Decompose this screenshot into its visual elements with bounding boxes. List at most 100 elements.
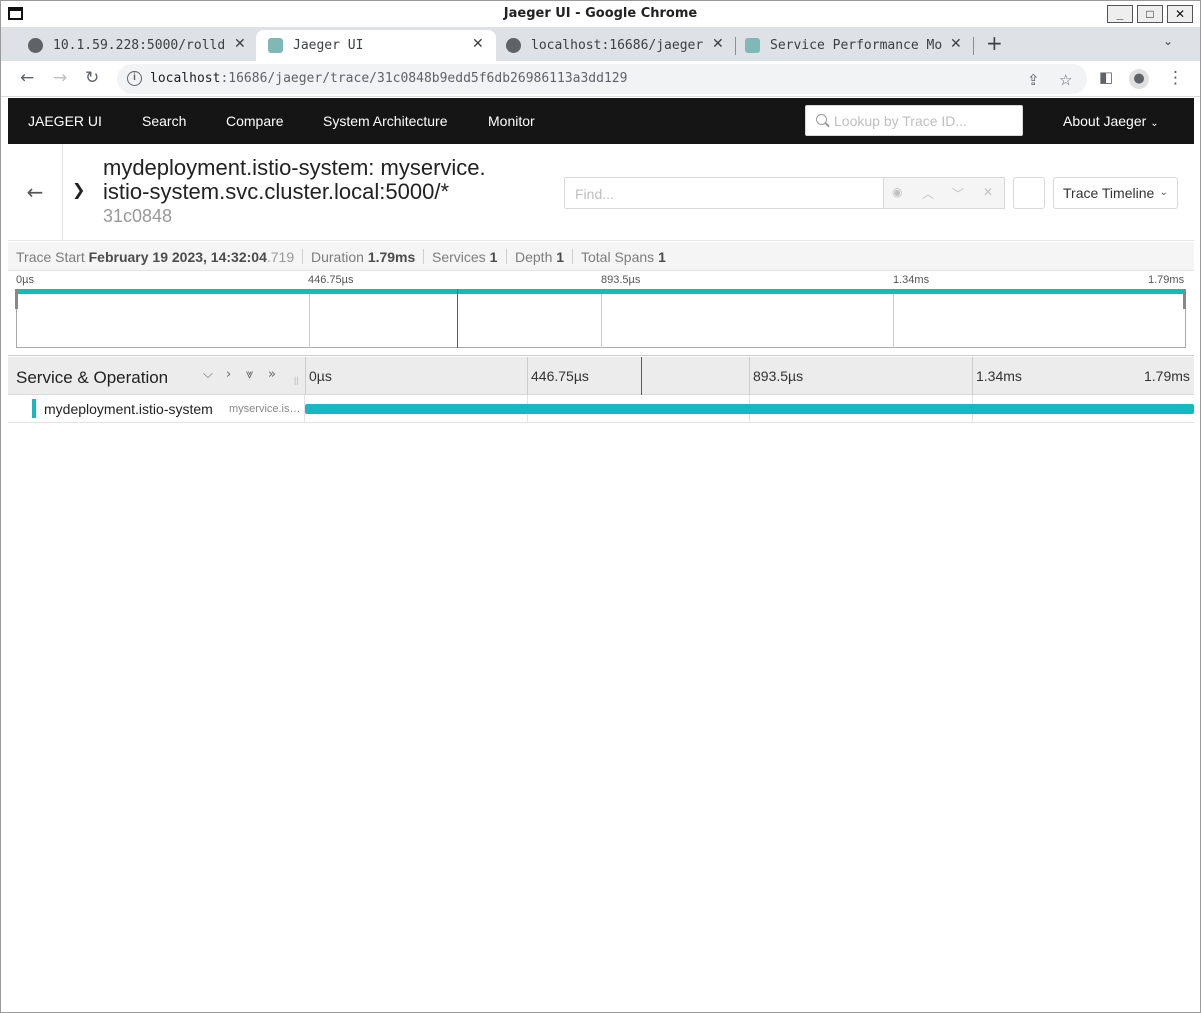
- minimap-canvas[interactable]: [16, 289, 1186, 348]
- chevron-down-icon: ⌄: [1159, 187, 1168, 198]
- nav-search[interactable]: Search: [142, 113, 186, 129]
- chevron-up-icon[interactable]: ︿: [922, 185, 934, 202]
- jaeger-top-nav: JAEGER UI Search Compare System Architec…: [8, 98, 1194, 144]
- tab-separator: [973, 37, 974, 55]
- minimap-span-bar: [16, 289, 1186, 294]
- close-window-button[interactable]: ✕: [1167, 5, 1193, 23]
- timeline-tick: 0µs: [309, 368, 332, 384]
- trace-page-header: ← ❯ mydeployment.istio-system: myservice…: [8, 144, 1194, 241]
- maximize-button[interactable]: □: [1137, 5, 1163, 23]
- browser-window: Jaeger UI - Google Chrome _ □ ✕ 10.1.59.…: [0, 0, 1201, 1013]
- bookmark-star-icon[interactable]: ☆: [1059, 71, 1072, 89]
- reload-icon[interactable]: ↻: [85, 68, 99, 88]
- minimap-tick: 1.34ms: [893, 274, 930, 286]
- minimap-cursor-line: [457, 289, 458, 348]
- jaeger-brand-link[interactable]: JAEGER UI: [28, 113, 102, 129]
- minimap-left-handle[interactable]: [15, 289, 18, 309]
- share-icon[interactable]: ⇪: [1027, 71, 1040, 89]
- view-mode-select[interactable]: Trace Timeline ⌄: [1053, 177, 1178, 209]
- find-box[interactable]: [564, 177, 884, 209]
- find-input[interactable]: [575, 184, 875, 204]
- close-tab-icon[interactable]: ✕: [712, 36, 724, 52]
- minimap-tick: 893.5µs: [601, 274, 641, 286]
- globe-icon: [506, 38, 521, 53]
- chevron-down-icon[interactable]: ﹀: [952, 185, 964, 202]
- jaeger-favicon-icon: [268, 38, 283, 53]
- address-bar[interactable]: i localhost:16686/jaeger/trace/31c0848b9…: [117, 64, 1087, 94]
- span-duration-bar[interactable]: [305, 404, 1194, 414]
- nav-compare[interactable]: Compare: [226, 113, 284, 129]
- trace-start: Trace Start February 19 2023, 14:32:04.7…: [16, 249, 295, 265]
- minimap-tick: 1.79ms: [1148, 274, 1185, 286]
- minimap-tick: 0µs: [16, 274, 34, 286]
- timeline-header: Service & Operation ⌵ › ⩔ » || 0µs 446.7…: [8, 357, 1194, 395]
- minimize-button[interactable]: _: [1107, 5, 1133, 23]
- timeline-tick: 1.79ms: [1144, 368, 1190, 384]
- span-operation-name: myservice.istio-system.svc.cluster.local…: [229, 403, 301, 415]
- forward-arrow-icon[interactable]: →: [53, 68, 67, 88]
- trace-depth: Depth 1: [515, 249, 565, 265]
- back-arrow-icon[interactable]: ←: [20, 68, 34, 88]
- trace-services: Services 1: [432, 249, 498, 265]
- tab-label: localhost:16686/jaeger: [531, 38, 704, 53]
- back-arrow-icon[interactable]: ←: [8, 144, 63, 241]
- expand-all-icon[interactable]: »: [268, 367, 276, 382]
- kebab-menu-icon[interactable]: ⋮: [1167, 68, 1184, 88]
- trace-duration: Duration 1.79ms: [311, 249, 416, 265]
- service-color-marker: [32, 399, 36, 418]
- keyboard-shortcuts-button[interactable]: [1013, 177, 1045, 209]
- close-tab-icon[interactable]: ✕: [234, 36, 246, 52]
- trace-meta-strip: Trace Start February 19 2023, 14:32:04.7…: [8, 242, 1194, 271]
- clear-icon[interactable]: ✕: [983, 185, 993, 199]
- nav-system-architecture[interactable]: System Architecture: [323, 113, 448, 129]
- os-title-bar: Jaeger UI - Google Chrome _ □ ✕: [1, 1, 1200, 27]
- nav-monitor[interactable]: Monitor: [488, 113, 535, 129]
- service-operation-header: Service & Operation: [16, 368, 169, 387]
- tab-rollout[interactable]: 10.1.59.228:5000/rolld ✕: [16, 30, 256, 61]
- span-row[interactable]: mydeployment.istio-system myservice.isti…: [8, 395, 1194, 423]
- tab-strip: 10.1.59.228:5000/rolld ✕ Jaeger UI ✕ loc…: [1, 27, 1200, 61]
- collapse-chevron-icon[interactable]: ❯: [72, 180, 85, 199]
- tab-label: 10.1.59.228:5000/rolld: [53, 38, 226, 53]
- tab-label: Jaeger UI: [293, 38, 364, 53]
- minimap-right-handle[interactable]: [1183, 289, 1186, 309]
- window-title: Jaeger UI - Google Chrome: [503, 6, 698, 21]
- column-resizer[interactable]: ||: [294, 375, 299, 385]
- site-info-icon[interactable]: i: [127, 71, 142, 86]
- close-tab-icon[interactable]: ✕: [472, 36, 484, 52]
- timeline-cursor-line: [641, 357, 642, 395]
- tab-service-performance[interactable]: Service Performance Mo ✕: [733, 30, 973, 61]
- jaeger-favicon-icon: [745, 38, 760, 53]
- chevron-down-icon: ⌄: [1150, 118, 1159, 129]
- globe-icon: [28, 38, 43, 53]
- new-tab-icon[interactable]: +: [986, 31, 1003, 55]
- tab-search-chevron-icon[interactable]: ⌄: [1163, 34, 1173, 48]
- search-icon: [816, 114, 827, 125]
- close-tab-icon[interactable]: ✕: [950, 36, 962, 52]
- collapse-all-icon[interactable]: ⩔: [246, 367, 253, 382]
- side-panel-icon[interactable]: ◧: [1099, 68, 1113, 86]
- span-service-cell[interactable]: mydeployment.istio-system myservice.isti…: [8, 395, 305, 422]
- collapse-one-icon[interactable]: ⌵: [203, 367, 213, 382]
- trace-id: 31c0848: [103, 206, 173, 226]
- timeline-tick: 446.75µs: [531, 368, 589, 384]
- trace-total-spans: Total Spans 1: [581, 249, 666, 265]
- expand-one-icon[interactable]: ›: [226, 367, 231, 382]
- trace-id-lookup[interactable]: [805, 105, 1023, 136]
- url-text[interactable]: localhost:16686/jaeger/trace/31c0848b9ed…: [150, 71, 627, 86]
- profile-avatar-icon[interactable]: ●: [1129, 69, 1149, 89]
- find-controls: ◉ ︿ ﹀ ✕: [883, 177, 1005, 209]
- tab-localhost-jaeger[interactable]: localhost:16686/jaeger ✕: [494, 30, 734, 61]
- trace-id-input[interactable]: [834, 111, 1014, 131]
- browser-toolbar: ← → ↻ i localhost:16686/jaeger/trace/31c…: [1, 61, 1200, 97]
- trace-title: mydeployment.istio-system: myservice. is…: [103, 155, 486, 204]
- trace-minimap[interactable]: 0µs 446.75µs 893.5µs 1.34ms 1.79ms: [8, 272, 1194, 356]
- minimap-tick: 446.75µs: [308, 274, 354, 286]
- about-jaeger-menu[interactable]: About Jaeger ⌄: [1063, 113, 1159, 129]
- span-service-name: mydeployment.istio-system: [44, 401, 213, 417]
- timeline-tick: 893.5µs: [753, 368, 804, 384]
- locate-icon[interactable]: ◉: [892, 185, 902, 199]
- tab-label: Service Performance Mo: [770, 38, 943, 53]
- timeline-tick: 1.34ms: [976, 368, 1022, 384]
- tab-jaeger-ui[interactable]: Jaeger UI ✕: [256, 30, 496, 61]
